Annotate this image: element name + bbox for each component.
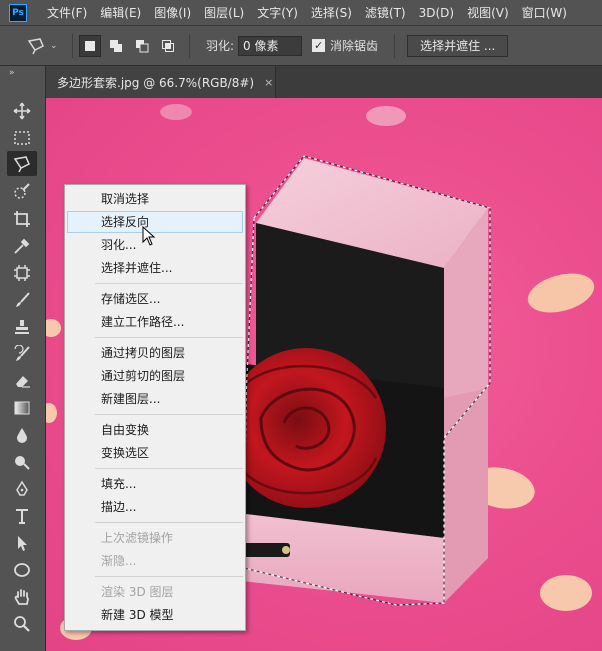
separator (394, 33, 396, 58)
hand-tool-icon[interactable] (7, 584, 37, 609)
new-selection-icon (85, 40, 95, 51)
menu-item-fill[interactable]: 填充... (67, 473, 243, 495)
feather-label: 羽化: (206, 39, 235, 53)
tool-preset-picker[interactable]: ⌄ (26, 34, 66, 58)
separator (189, 33, 190, 58)
new-selection-button[interactable] (79, 34, 101, 57)
menu-item-stroke[interactable]: 描边... (67, 496, 243, 518)
options-bar: ⌄ 羽化: 0 像素 ✓ 消除锯齿 选择并遮住 ... (0, 26, 602, 66)
menu-item-select-and-mask[interactable]: 选择并遮住... (67, 257, 243, 279)
menu-image[interactable]: 图像(I) (154, 4, 191, 21)
blur-tool-icon[interactable] (7, 422, 37, 447)
feather-input[interactable]: 0 像素 (238, 35, 303, 56)
menu-item-layer-via-copy[interactable]: 通过拷贝的图层 (67, 342, 243, 364)
collapse-panel-icon[interactable]: » (0, 66, 45, 80)
menu-item-new-3d-model[interactable]: 新建 3D 模型 (67, 604, 243, 626)
menu-separator (95, 337, 243, 338)
select-and-mask-button[interactable]: 选择并遮住 ... (407, 34, 509, 57)
close-icon[interactable]: × (264, 76, 273, 89)
menu-layer[interactable]: 图层(L) (204, 4, 244, 21)
menu-item-last-filter: 上次滤镜操作 (101, 531, 174, 545)
clone-stamp-tool-icon[interactable] (7, 314, 37, 339)
ellipse-tool-icon[interactable] (7, 557, 37, 582)
menu-item-new-layer[interactable]: 新建图层... (67, 388, 243, 410)
menu-item-make-work-path[interactable]: 建立工作路径... (67, 311, 243, 333)
document-tab[interactable]: 多边形套索.jpg @ 66.7%(RGB/8#) × (46, 66, 276, 98)
menu-item-free-transform[interactable]: 自由变换 (67, 419, 243, 441)
path-selection-tool-icon[interactable] (7, 530, 37, 555)
tools-panel: » (0, 66, 46, 651)
document-tab-bar: 多边形套索.jpg @ 66.7%(RGB/8#) × (46, 66, 602, 98)
menu-separator (95, 522, 243, 523)
eraser-tool-icon[interactable] (7, 368, 37, 393)
zoom-tool-icon[interactable] (7, 611, 37, 636)
menu-window[interactable]: 窗口(W) (522, 4, 567, 21)
photoshop-logo: Ps (9, 3, 27, 22)
menu-separator (95, 283, 243, 284)
menu-item-fade: 渐隐... (101, 554, 137, 568)
type-tool-icon[interactable] (7, 503, 37, 528)
context-menu: 取消选择 选择反向 羽化... 选择并遮住... 存储选区... 建立工作路径.… (64, 184, 246, 631)
menu-view[interactable]: 视图(V) (467, 4, 509, 21)
polygonal-lasso-tool-icon[interactable] (7, 151, 37, 176)
menu-separator (95, 576, 243, 577)
menu-item-deselect[interactable]: 取消选择 (67, 188, 243, 210)
subtract-from-selection-button[interactable] (131, 35, 153, 57)
intersect-selection-button[interactable] (157, 35, 179, 57)
polygonal-lasso-icon (27, 37, 44, 54)
quick-selection-tool-icon[interactable] (7, 179, 37, 204)
move-tool-icon[interactable] (7, 98, 37, 123)
frame-tool-icon[interactable] (7, 260, 37, 285)
menu-filter[interactable]: 滤镜(T) (365, 4, 406, 21)
menu-separator (95, 414, 243, 415)
history-brush-tool-icon[interactable] (7, 341, 37, 366)
antialias-label: 消除锯齿 (330, 39, 379, 53)
subtract-selection-icon (136, 39, 149, 52)
mouse-cursor-icon (142, 226, 156, 246)
antialias-checkbox[interactable]: ✓ (312, 39, 326, 52)
marquee-tool-icon[interactable] (7, 125, 37, 150)
intersect-selection-icon (162, 39, 174, 52)
menu-type[interactable]: 文字(Y) (257, 4, 298, 21)
menu-file[interactable]: 文件(F) (47, 4, 87, 21)
menu-separator (95, 468, 243, 469)
menu-item-render-3d-layer: 渲染 3D 图层 (101, 585, 174, 599)
menu-3d[interactable]: 3D(D) (419, 6, 454, 20)
chevron-down-icon: ⌄ (50, 40, 58, 51)
menu-item-transform-selection[interactable]: 变换选区 (67, 442, 243, 464)
menu-bar: Ps 文件(F) 编辑(E) 图像(I) 图层(L) 文字(Y) 选择(S) 滤… (0, 0, 602, 26)
add-selection-icon (110, 39, 122, 52)
menu-edit[interactable]: 编辑(E) (100, 4, 141, 21)
eyedropper-tool-icon[interactable] (7, 233, 37, 258)
add-to-selection-button[interactable] (105, 35, 127, 57)
crop-tool-icon[interactable] (7, 206, 37, 231)
dodge-tool-icon[interactable] (7, 449, 37, 474)
menu-item-save-selection[interactable]: 存储选区... (67, 288, 243, 310)
menu-select[interactable]: 选择(S) (311, 4, 352, 21)
gradient-tool-icon[interactable] (7, 395, 37, 420)
menu-item-layer-via-cut[interactable]: 通过剪切的图层 (67, 365, 243, 387)
document-tab-title: 多边形套索.jpg @ 66.7%(RGB/8#) (57, 75, 255, 90)
pen-tool-icon[interactable] (7, 476, 37, 501)
separator (72, 33, 73, 58)
brush-tool-icon[interactable] (7, 287, 37, 312)
